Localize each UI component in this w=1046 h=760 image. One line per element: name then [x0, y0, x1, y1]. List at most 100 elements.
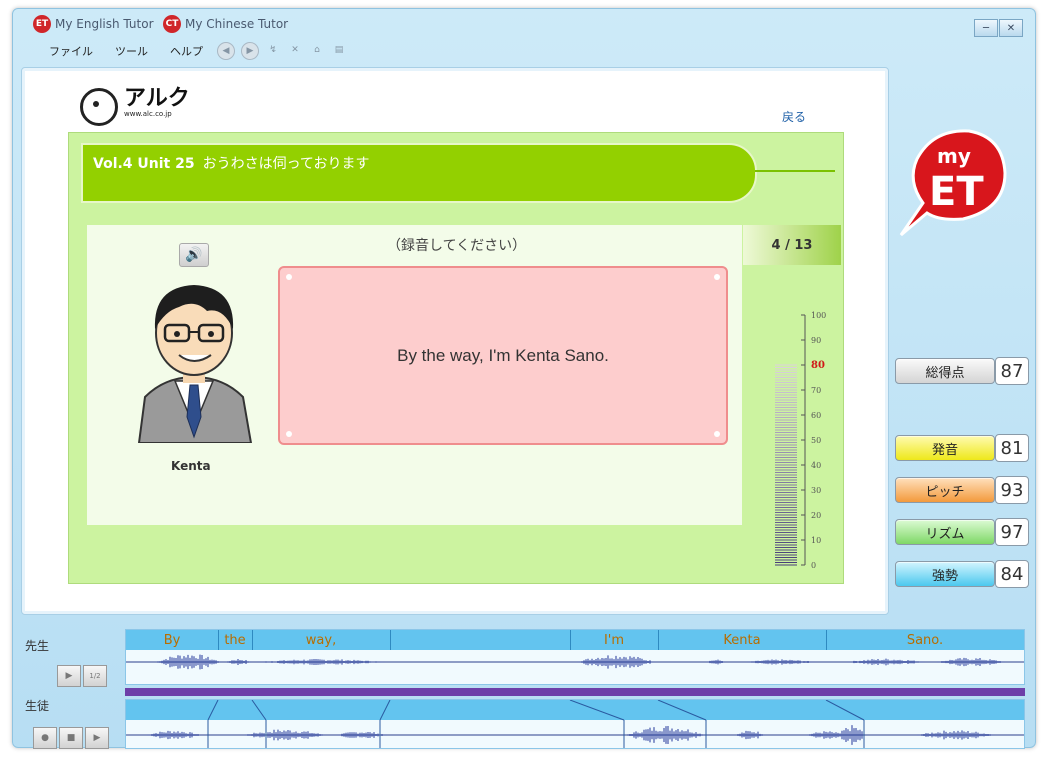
- meter-tick-label: 0: [811, 561, 816, 570]
- meter-tick-label: 70: [811, 386, 821, 395]
- total-score-label[interactable]: 総得点: [895, 358, 995, 384]
- meter-level-bar: [775, 364, 797, 566]
- card-dot: [286, 274, 292, 280]
- wave-segment: [227, 658, 251, 666]
- app-logo-icon: CT: [163, 15, 181, 33]
- alignment-line: [657, 700, 707, 721]
- back-link[interactable]: 戻る: [782, 108, 806, 125]
- record-icon[interactable]: ●: [33, 727, 57, 749]
- menu-file[interactable]: ファイル: [49, 43, 93, 59]
- english-tutor-link[interactable]: ET My English Tutor: [33, 15, 154, 33]
- window-controls: ─ ✕: [974, 19, 1023, 37]
- stress-score-row: 強勢 84: [895, 560, 1029, 588]
- wave-segment: [839, 725, 865, 745]
- alignment-line: [207, 700, 219, 721]
- toolbar: ◀ ▶ ↯ ✕ ⌂ ▤: [217, 42, 347, 60]
- character-name: Kenta: [171, 459, 211, 473]
- meter-tick-label: 50: [811, 436, 821, 445]
- app-logo-icon: ET: [33, 15, 51, 33]
- student-waveform[interactable]: [125, 699, 1025, 749]
- student-waveform-graphic: [126, 700, 1024, 748]
- meter-tick-label: 100: [811, 311, 826, 320]
- alc-logo-url: www.alc.co.jp: [124, 110, 172, 118]
- refresh-icon[interactable]: ↯: [265, 42, 281, 58]
- menu-bar: ファイル ツール ヘルプ: [49, 43, 203, 59]
- exercise-panel: 🔊 Kenta （録音してください） By the way, I'm Kenta…: [87, 225, 742, 525]
- stress-score-label[interactable]: 強勢: [895, 561, 995, 587]
- home-icon[interactable]: ⌂: [309, 42, 325, 58]
- track-divider: [125, 688, 1025, 696]
- meter-tick-label: 80: [811, 360, 825, 371]
- myet-logo: my ET: [893, 123, 1013, 243]
- print-icon[interactable]: ▤: [331, 42, 347, 58]
- lesson-title: Vol.4 Unit 25 おうわさは伺っております: [93, 153, 370, 173]
- word-im: I'm: [570, 630, 659, 650]
- kenta-avatar: [135, 277, 253, 443]
- student-label: 生徒: [25, 699, 50, 713]
- card-dot: [714, 274, 720, 280]
- word-way: way,: [252, 630, 391, 650]
- meter-tick-label: 20: [811, 511, 821, 520]
- wave-segment: [917, 730, 995, 740]
- menu-help[interactable]: ヘルプ: [170, 43, 203, 59]
- instruction-text: （録音してください）: [387, 238, 527, 254]
- progress-counter: 4 / 13: [743, 225, 841, 265]
- lesson-vol: Vol.4 Unit 25: [93, 156, 195, 172]
- word-pause: [390, 630, 571, 650]
- waveform-panel: 先生 ▶ 1/2 生徒 ● ■ ▶ By the way, I'm Kenta …: [13, 621, 1035, 749]
- pitch-score-row: ピッチ 93: [895, 476, 1029, 504]
- word-by: By: [126, 630, 219, 650]
- wave-segment: [627, 726, 705, 744]
- pitch-score-label[interactable]: ピッチ: [895, 477, 995, 503]
- wave-segment: [847, 658, 925, 666]
- title-bar: ET My English Tutor CT My Chinese Tutor …: [13, 9, 1035, 39]
- alignment-line: [251, 700, 267, 721]
- target-sentence: By the way, I'm Kenta Sano.: [397, 345, 609, 365]
- meter-tick-label: 30: [811, 486, 821, 495]
- total-score-row: 総得点 87: [895, 357, 1029, 385]
- wave-segment: [577, 655, 655, 669]
- alignment-line: [569, 700, 625, 721]
- pitch-score-value: 93: [995, 476, 1029, 504]
- card-dot: [286, 431, 292, 437]
- stress-score-value: 84: [995, 560, 1029, 588]
- teacher-play-icon[interactable]: ▶: [57, 665, 81, 687]
- header-divider: [755, 170, 835, 172]
- pronunciation-score-value: 81: [995, 434, 1029, 462]
- forward-arrow-icon[interactable]: ▶: [241, 42, 259, 60]
- rhythm-score-label[interactable]: リズム: [895, 519, 995, 545]
- myet-logo-top: my: [937, 144, 971, 168]
- word-row: By the way, I'm Kenta Sano.: [126, 630, 1024, 650]
- myet-logo-bottom: ET: [929, 169, 984, 215]
- lesson-title-text: おうわさは伺っております: [202, 156, 370, 172]
- lesson-header: Vol.4 Unit 25 おうわさは伺っております: [81, 143, 757, 203]
- card-dot: [714, 431, 720, 437]
- rhythm-score-value: 97: [995, 518, 1029, 546]
- word-the: the: [218, 630, 253, 650]
- stop-icon[interactable]: ✕: [287, 42, 303, 58]
- chinese-tutor-link[interactable]: CT My Chinese Tutor: [163, 15, 288, 33]
- minimize-icon[interactable]: ─: [974, 19, 998, 37]
- meter-tick-label: 90: [811, 336, 821, 345]
- back-arrow-icon[interactable]: ◀: [217, 42, 235, 60]
- student-play-icon[interactable]: ▶: [85, 727, 109, 749]
- pronunciation-score-row: 発音 81: [895, 434, 1029, 462]
- close-icon[interactable]: ✕: [999, 19, 1023, 37]
- meter-tick-label: 60: [811, 411, 821, 420]
- pronunciation-score-label[interactable]: 発音: [895, 435, 995, 461]
- teacher-waveform[interactable]: By the way, I'm Kenta Sano.: [125, 629, 1025, 685]
- app-window: ET My English Tutor CT My Chinese Tutor …: [12, 8, 1036, 749]
- alc-logo-icon: [80, 88, 118, 126]
- word-kenta: Kenta: [658, 630, 827, 650]
- menu-tools[interactable]: ツール: [115, 43, 148, 59]
- score-meter-graphic: 1009080706050403020100: [775, 311, 826, 570]
- stop-icon[interactable]: ■: [59, 727, 83, 749]
- teacher-label: 先生: [25, 639, 50, 653]
- wave-segment: [157, 654, 221, 670]
- score-meter: 100 90 80 70 60 50 40 30 20 10 0: [769, 303, 839, 573]
- lesson-content: アルク www.alc.co.jp 戻る Vol.4 Unit 25 おうわさは伺…: [21, 67, 889, 615]
- speaker-icon[interactable]: 🔊: [179, 243, 209, 267]
- alc-logo: アルク www.alc.co.jp: [80, 88, 190, 126]
- teacher-slow-play-icon[interactable]: 1/2: [83, 665, 107, 687]
- sentence-card: By the way, I'm Kenta Sano.: [278, 266, 728, 445]
